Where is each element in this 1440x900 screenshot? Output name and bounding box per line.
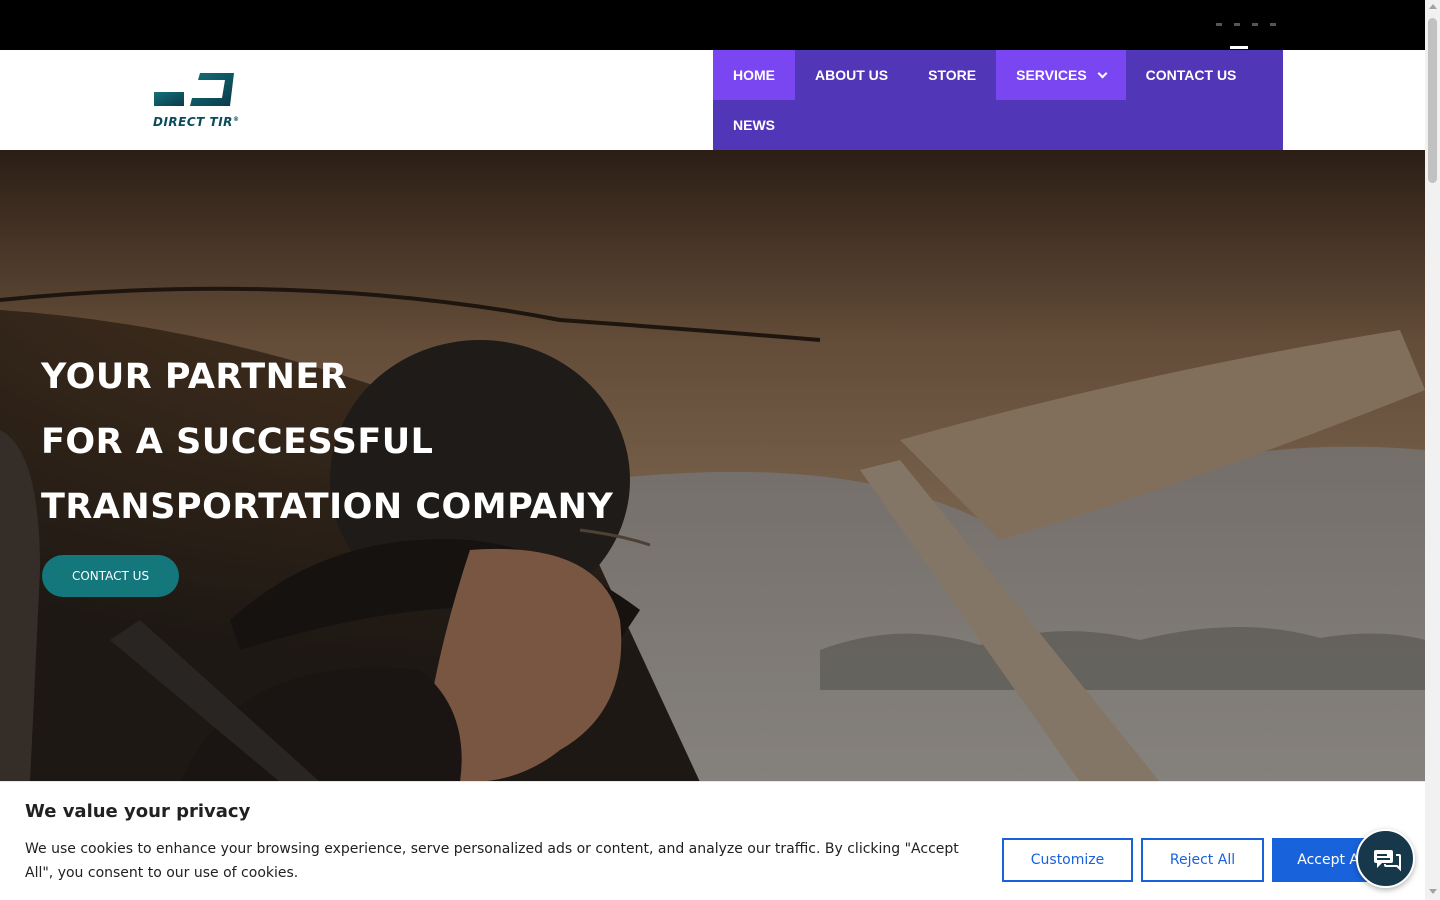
scroll-up-arrow-icon[interactable]: [1428, 4, 1437, 9]
language-flag-icon[interactable]: [1270, 23, 1276, 26]
hero-heading-line: YOUR PARTNER: [41, 357, 348, 397]
chat-bubble-icon: [1374, 850, 1401, 872]
nav-item-home[interactable]: HOME: [713, 50, 795, 100]
language-flag-icon[interactable]: [1234, 23, 1240, 26]
hero-section: YOUR PARTNER FOR A SUCCESSFUL TRANSPORTA…: [0, 150, 1425, 782]
hero-heading-line: TRANSPORTATION COMPANY: [41, 487, 614, 527]
cookie-customize-button[interactable]: Customize: [1002, 838, 1133, 882]
site-header: DIRECT TIR® HOME ABOUT US STORE SERVICES…: [0, 50, 1425, 150]
site-logo[interactable]: DIRECT TIR®: [150, 70, 240, 130]
nav-item-services[interactable]: SERVICES: [996, 50, 1126, 100]
language-flag-icon[interactable]: [1252, 23, 1258, 26]
nav-item-about-us[interactable]: ABOUT US: [795, 50, 908, 100]
cookie-title: We value your privacy: [25, 801, 251, 822]
hero-contact-button[interactable]: CONTACT US: [42, 555, 179, 597]
logo-text: DIRECT TIR®: [153, 115, 239, 129]
cookie-reject-all-button[interactable]: Reject All: [1141, 838, 1264, 882]
nav-label: NEWS: [733, 117, 775, 133]
language-switcher[interactable]: [1216, 23, 1276, 26]
nav-label: STORE: [928, 67, 977, 83]
main-navigation: HOME ABOUT US STORE SERVICES CONTACT US …: [713, 50, 1283, 150]
logo-wordmark: DIRECT TIR: [153, 115, 233, 129]
nav-label: CONTACT US: [1145, 67, 1237, 83]
scroll-down-arrow-icon[interactable]: [1428, 889, 1437, 894]
cookie-description: We use cookies to enhance your browsing …: [25, 841, 959, 881]
hero-heading: YOUR PARTNER FOR A SUCCESSFUL TRANSPORTA…: [41, 345, 613, 540]
nav-item-contact-us[interactable]: CONTACT US: [1126, 50, 1257, 100]
nav-item-news[interactable]: NEWS: [713, 100, 795, 150]
chevron-down-icon: [1097, 68, 1108, 79]
nav-item-store[interactable]: STORE: [908, 50, 996, 100]
nav-label: SERVICES: [1016, 67, 1087, 83]
cookie-banner: We value your privacy We use cookies to …: [0, 781, 1425, 900]
logo-mark-icon: [154, 73, 234, 106]
top-bar: [0, 0, 1425, 50]
page-scrollbar[interactable]: [1425, 0, 1440, 900]
logo-registered-mark: ®: [232, 116, 240, 123]
language-flag-icon[interactable]: [1216, 23, 1222, 26]
nav-label: ABOUT US: [815, 67, 889, 83]
scrollbar-thumb[interactable]: [1428, 18, 1437, 183]
chat-widget-button[interactable]: [1356, 829, 1415, 888]
hero-heading-line: FOR A SUCCESSFUL: [41, 422, 434, 462]
active-language-indicator: [1230, 46, 1248, 49]
nav-label: HOME: [733, 67, 775, 83]
